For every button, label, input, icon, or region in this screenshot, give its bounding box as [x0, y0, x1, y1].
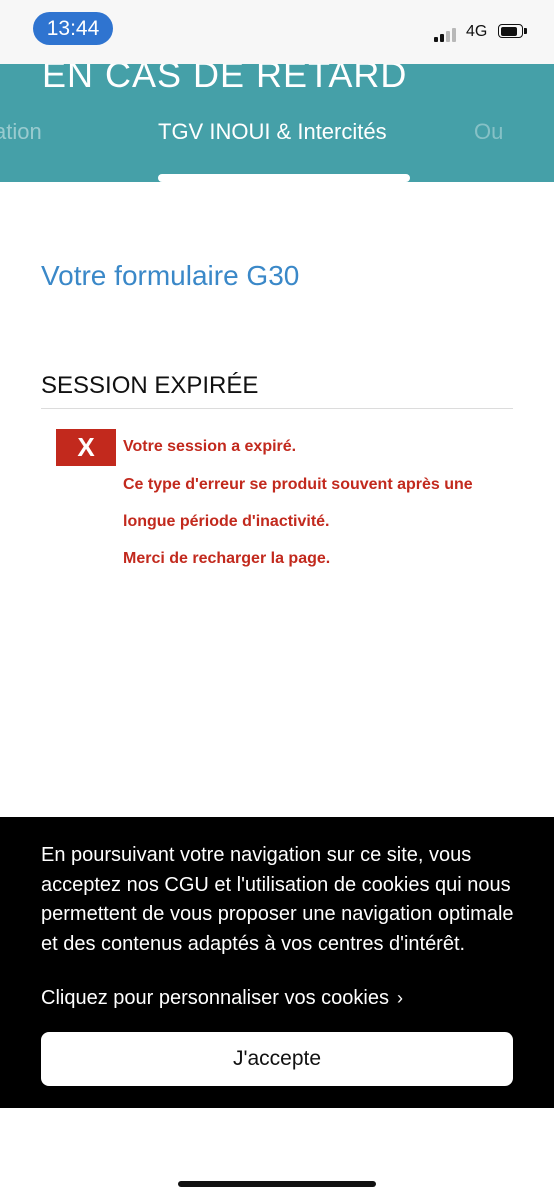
- personalize-cookies-label: Cliquez pour personnaliser vos cookies: [41, 987, 389, 1009]
- home-indicator[interactable]: [178, 1181, 376, 1187]
- chevron-right-icon: ›: [396, 988, 403, 1008]
- tab-previous[interactable]: ation: [0, 119, 42, 145]
- error-message-line: Votre session a expiré.: [123, 438, 297, 455]
- error-x-icon: X: [56, 429, 116, 466]
- form-title: Votre formulaire G30: [41, 260, 300, 291]
- error-message-line: Ce type d'erreur se produit souvent aprè…: [123, 476, 473, 493]
- page-header: EN CAS DE RETARD ation TGV INOUI & Inter…: [0, 64, 554, 182]
- network-label: 4G: [466, 23, 488, 40]
- error-message-line: Merci de recharger la page.: [123, 550, 331, 567]
- tab-tgv-inoui-intercites[interactable]: TGV INOUI & Intercités: [158, 119, 387, 145]
- battery-icon: [498, 24, 528, 40]
- error-message-line: longue période d'inactivité.: [123, 513, 330, 530]
- status-bar: 13:44 4G: [0, 0, 554, 64]
- signal-icon: [434, 26, 460, 42]
- tab-next[interactable]: Ou: [474, 119, 503, 145]
- section-divider: [41, 408, 513, 409]
- cookie-banner: En poursuivant votre navigation sur ce s…: [0, 817, 554, 1108]
- accept-cookies-button[interactable]: J'accepte: [41, 1032, 513, 1086]
- personalize-cookies-link[interactable]: Cliquez pour personnaliser vos cookies ›: [41, 987, 403, 1010]
- active-tab-indicator: [158, 174, 410, 182]
- header-title: EN CAS DE RETARD: [42, 64, 408, 95]
- section-title: SESSION EXPIRÉE: [41, 372, 259, 399]
- cookie-notice-text: En poursuivant votre navigation sur ce s…: [41, 844, 514, 955]
- status-time[interactable]: 13:44: [33, 12, 113, 45]
